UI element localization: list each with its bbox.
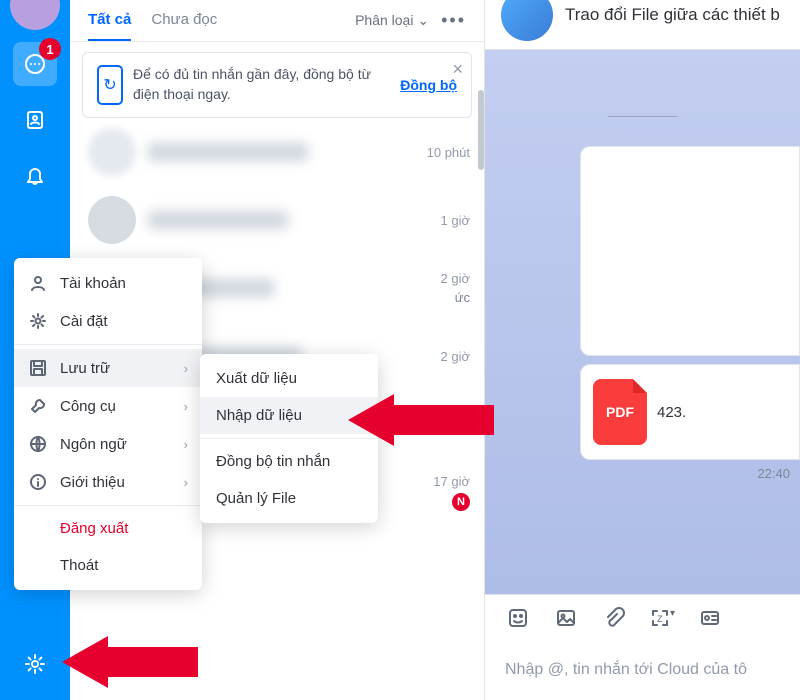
save-icon bbox=[28, 359, 48, 377]
submenu-manage-file[interactable]: Quản lý File bbox=[200, 480, 378, 517]
menu-label: Giới thiệu bbox=[60, 474, 125, 491]
file-message[interactable] bbox=[580, 146, 800, 356]
file-message-pdf[interactable]: PDF 423. bbox=[580, 364, 800, 460]
conv-time: 17 giờ bbox=[433, 474, 470, 489]
more-icon[interactable]: ••• bbox=[441, 10, 466, 31]
chat-avatar[interactable] bbox=[501, 0, 553, 41]
chat-header: Trao đổi File giữa các thiết b bbox=[485, 0, 800, 50]
tab-unread[interactable]: Chưa đọc bbox=[151, 0, 217, 41]
chevron-right-icon: › bbox=[184, 361, 188, 376]
capture-icon[interactable]: Z▾ bbox=[649, 605, 675, 631]
sync-link[interactable]: Đồng bộ bbox=[400, 77, 457, 93]
menu-settings[interactable]: Cài đặt bbox=[14, 302, 202, 340]
menu-logout[interactable]: Đăng xuất bbox=[14, 510, 202, 547]
phone-sync-icon: ↻ bbox=[97, 65, 123, 105]
bell-icon bbox=[24, 165, 46, 187]
svg-text:Z: Z bbox=[657, 614, 663, 624]
tools-icon bbox=[28, 397, 48, 415]
menu-label: Thoát bbox=[60, 557, 98, 574]
submenu-sync-msg[interactable]: Đồng bộ tin nhắn bbox=[200, 443, 378, 480]
pdf-icon: PDF bbox=[593, 379, 647, 445]
conv-time: 10 phút bbox=[427, 145, 470, 160]
conv-time: 1 giờ bbox=[441, 213, 471, 228]
sticker-icon[interactable] bbox=[505, 605, 531, 631]
scrollbar[interactable] bbox=[478, 118, 484, 170]
image-icon[interactable] bbox=[553, 605, 579, 631]
globe-icon bbox=[28, 435, 48, 453]
conv-time: 2 giờ bbox=[441, 271, 471, 286]
list-item[interactable]: 10 phút bbox=[70, 118, 484, 186]
notifications-nav[interactable] bbox=[13, 154, 57, 198]
contacts-nav[interactable] bbox=[13, 98, 57, 142]
chevron-down-icon: ⌄ bbox=[417, 12, 429, 28]
contacts-icon bbox=[24, 109, 46, 131]
chat-badge: 1 bbox=[39, 38, 61, 60]
chat-pane: Trao đổi File giữa các thiết b PDF 423. … bbox=[485, 0, 800, 700]
menu-label: Cài đặt bbox=[60, 313, 108, 330]
menu-label: Lưu trữ bbox=[60, 360, 110, 377]
menu-about[interactable]: Giới thiệu › bbox=[14, 463, 202, 501]
sort-dropdown[interactable]: Phân loại ⌄ bbox=[355, 12, 429, 29]
menu-label: Công cụ bbox=[60, 398, 116, 415]
conv-time: 2 giờ bbox=[441, 349, 471, 364]
close-icon[interactable]: × bbox=[452, 59, 463, 80]
gear-icon bbox=[28, 312, 48, 330]
chevron-right-icon: › bbox=[184, 437, 188, 452]
user-avatar[interactable] bbox=[10, 0, 60, 30]
menu-label: Tài khoản bbox=[60, 275, 126, 292]
menu-label: Ngôn ngữ bbox=[60, 436, 127, 453]
settings-menu: Tài khoản Cài đặt Lưu trữ › Công cụ › Ng… bbox=[14, 258, 202, 590]
menu-storage[interactable]: Lưu trữ › bbox=[14, 349, 202, 387]
menu-exit[interactable]: Thoát bbox=[14, 547, 202, 584]
info-icon bbox=[28, 473, 48, 491]
composer-input[interactable]: Nhập @, tin nhắn tới Cloud của tô bbox=[485, 640, 800, 700]
menu-account[interactable]: Tài khoản bbox=[14, 264, 202, 302]
chat-body: PDF 423. 22:40 bbox=[485, 50, 800, 594]
tab-all[interactable]: Tất cả bbox=[88, 0, 131, 41]
submenu-export[interactable]: Xuất dữ liệu bbox=[200, 360, 378, 397]
file-size: 423. bbox=[657, 404, 686, 421]
gear-icon bbox=[24, 653, 46, 675]
chat-title: Trao đổi File giữa các thiết b bbox=[565, 5, 780, 25]
settings-nav[interactable] bbox=[13, 642, 57, 686]
message-time: 22:40 bbox=[580, 466, 790, 481]
menu-separator bbox=[14, 344, 202, 345]
unread-badge: N bbox=[452, 493, 470, 511]
menu-language[interactable]: Ngôn ngữ › bbox=[14, 425, 202, 463]
menu-label: Đăng xuất bbox=[60, 520, 128, 537]
conv-suffix: ức bbox=[455, 290, 470, 305]
chevron-right-icon: › bbox=[184, 399, 188, 414]
sync-banner: ↻ Để có đủ tin nhắn gần đây, đồng bộ từ … bbox=[82, 52, 472, 118]
menu-tools[interactable]: Công cụ › bbox=[14, 387, 202, 425]
sync-text: Để có đủ tin nhắn gần đây, đồng bộ từ đi… bbox=[133, 65, 384, 104]
list-item[interactable]: 1 giờ bbox=[70, 186, 484, 254]
annotation-arrow-import bbox=[348, 394, 494, 446]
tabs-row: Tất cả Chưa đọc Phân loại ⌄ ••• bbox=[70, 0, 484, 42]
user-icon bbox=[28, 274, 48, 292]
attach-icon[interactable] bbox=[601, 605, 627, 631]
chat-toolbar: Z▾ bbox=[485, 594, 800, 640]
menu-separator bbox=[14, 505, 202, 506]
chevron-right-icon: › bbox=[184, 475, 188, 490]
annotation-arrow-gear bbox=[62, 636, 198, 688]
chat-nav[interactable]: 1 bbox=[13, 42, 57, 86]
card-icon[interactable] bbox=[697, 605, 723, 631]
